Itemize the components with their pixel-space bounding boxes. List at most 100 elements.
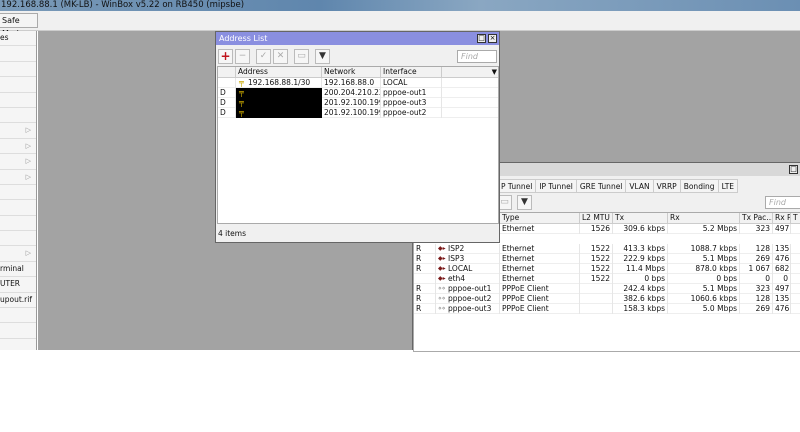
sidebar-item[interactable] [0, 216, 36, 232]
cell-interface: pppoe-out2 [381, 108, 442, 118]
table-row[interactable]: R LOCAL Ethernet 1522 11.4 Mbps 878.0 kbps 1 0… [414, 264, 800, 274]
window-title-bar: 192.168.88.1 (MK-LB) - WinBox v5.22 on R… [0, 0, 800, 11]
column-header[interactable]: Address [236, 67, 322, 78]
table-row[interactable]: Rpppoe-out1 PPPoE Client 242.4 kbps 5.1 Mbp… [414, 284, 800, 294]
column-header[interactable]: Tx [613, 213, 668, 224]
sidebar-item[interactable]: ▷ [0, 246, 36, 262]
cell-txp: 269 [740, 254, 773, 264]
column-header[interactable]: Rx [668, 213, 740, 224]
cell-tx: 158.3 kbps [613, 304, 668, 314]
sidebar-item[interactable]: ▷ [0, 139, 36, 155]
table-row[interactable]: D 201.92.100.199 pppoe-out3 ╤ [218, 98, 498, 108]
enable-icon[interactable]: ✓ [256, 49, 271, 64]
sidebar-menu: es ▷ ▷ ▷ ▷ ▷ rminal UTER upout.rif [0, 31, 37, 350]
column-header[interactable]: L2 MTU [580, 213, 613, 224]
cell-interface: pppoe-out1 [381, 88, 442, 98]
cell-tx: 242.4 kbps [613, 284, 668, 294]
submenu-arrow-icon: ▷ [25, 172, 31, 181]
safe-mode-button[interactable]: Safe Mode [0, 13, 38, 38]
sidebar-item[interactable]: ▷ [0, 154, 36, 170]
cell-type: Ethernet [500, 244, 580, 254]
table-row[interactable]: eth4 Ethernet 1522 0 bps 0 bps 0 0 ◆▸ [414, 274, 800, 284]
cell-flag: R [414, 264, 436, 274]
cell-txp: 128 [740, 244, 773, 254]
column-header[interactable] [442, 67, 498, 78]
remove-icon[interactable]: − [235, 49, 250, 64]
sidebar-item[interactable]: ▷ [0, 123, 36, 139]
sidebar-item[interactable]: upout.rif [0, 293, 36, 309]
column-dropdown-icon[interactable]: ▼ [492, 67, 497, 77]
column-header[interactable]: Tx Pac... [740, 213, 773, 224]
maximize-icon[interactable]: □ [789, 165, 798, 174]
ethernet-icon: ◆▸ [438, 275, 446, 282]
disable-icon[interactable]: ✕ [273, 49, 288, 64]
column-header[interactable]: T [791, 213, 800, 224]
sidebar-item[interactable] [0, 231, 36, 247]
cell-mtu: 1522 [580, 264, 613, 274]
cell-txp: 0 [740, 274, 773, 284]
table-header: Address Network Interface ▼ [218, 67, 498, 78]
cell-network: 192.168.88.0 [322, 78, 381, 88]
comment-icon[interactable]: ▭ [294, 49, 309, 64]
sidebar-item[interactable] [0, 200, 36, 216]
cell-extra [442, 88, 498, 98]
filter-icon[interactable]: ▼ [315, 49, 330, 64]
sidebar-item-label: es [0, 33, 9, 42]
address-find-input[interactable]: Find [457, 50, 497, 63]
tab-ip-tunnel[interactable]: IP Tunnel [535, 179, 577, 193]
sidebar-item[interactable] [0, 46, 36, 62]
cell-flag: D [218, 98, 236, 108]
cell-rx: 878.0 kbps [668, 264, 740, 274]
cell-mtu: 1522 [580, 244, 613, 254]
sidebar-item[interactable]: UTER [0, 277, 36, 293]
cell-network: 201.92.100.199 [324, 108, 381, 118]
cell-mtu: 1526 [580, 224, 613, 234]
table-row[interactable]: D 200.204.210.235pppoe-out1 ╤ [218, 88, 498, 98]
tab-vrrp[interactable]: VRRP [652, 179, 681, 193]
cell-flag: R [414, 294, 436, 304]
tab-vlan[interactable]: VLAN [625, 179, 654, 193]
tab-bonding[interactable]: Bonding [679, 179, 719, 193]
table-row[interactable]: D 201.92.100.199 pppoe-out2 ╤ [218, 108, 498, 118]
table-row[interactable]: R ISP3 Ethernet 1522 222.9 kbps 5.1 Mbps 269 47… [414, 254, 800, 264]
close-icon[interactable]: × [488, 34, 497, 43]
sidebar-item[interactable]: rminal [0, 262, 36, 278]
column-header[interactable]: Rx Pac... [773, 213, 791, 224]
table-row[interactable]: Rpppoe-out2 PPPoE Client 382.6 kbps 1060.6 … [414, 294, 800, 304]
column-header[interactable]: Type [500, 213, 580, 224]
maximize-icon[interactable]: □ [477, 34, 486, 43]
address-list-titlebar[interactable]: Address List □ × [216, 32, 499, 45]
ethernet-icon: ◆▸ [438, 255, 446, 262]
cell-rxp: 476 [775, 254, 791, 264]
sidebar-item[interactable] [0, 323, 36, 339]
sidebar-item[interactable] [0, 62, 36, 78]
tab-lte[interactable]: LTE [717, 179, 739, 193]
sidebar-item[interactable] [0, 93, 36, 108]
table-row[interactable]: 192.168.88.1/30 192.168.88.0 LOCAL ╤ [218, 78, 498, 88]
add-icon[interactable]: + [218, 49, 233, 64]
column-header[interactable]: Network [322, 67, 381, 78]
sidebar-item[interactable] [0, 185, 36, 201]
interface-find-input[interactable]: Find [765, 196, 800, 209]
cell-txp: 323 [740, 224, 773, 234]
sidebar-item[interactable] [0, 77, 36, 93]
tab-gre-tunnel[interactable]: GRE Tunnel [575, 179, 627, 193]
column-header[interactable]: Interface [381, 67, 442, 78]
column-header[interactable] [218, 67, 236, 78]
cell-type: Ethernet [500, 254, 580, 264]
cell-flag: D [218, 108, 236, 118]
cell-type: Ethernet [500, 224, 580, 234]
filter-icon[interactable]: ▼ [517, 195, 532, 210]
table-row[interactable]: Rpppoe-out3 PPPoE Client 158.3 kbps 5.0 Mbp… [414, 304, 800, 314]
cell-rx: 5.2 Mbps [668, 224, 740, 234]
sidebar-item[interactable] [0, 108, 36, 124]
tab-p-tunnel[interactable]: P Tunnel [497, 179, 537, 193]
sidebar-item[interactable]: ▷ [0, 170, 36, 185]
cell-flag: R [414, 254, 436, 264]
sidebar-item[interactable] [0, 308, 36, 324]
table-row[interactable]: R ISP2 Ethernet 1522 413.3 kbps 1088.7 kbps 12… [414, 244, 800, 254]
sidebar-item[interactable]: es [0, 31, 36, 47]
cell-rx: 0 bps [668, 274, 740, 284]
interface-tabs: P Tunnel IP Tunnel GRE Tunnel VLAN VRRP Bondi… [497, 179, 739, 193]
cell-address: 192.168.88.1/30 [236, 78, 322, 88]
